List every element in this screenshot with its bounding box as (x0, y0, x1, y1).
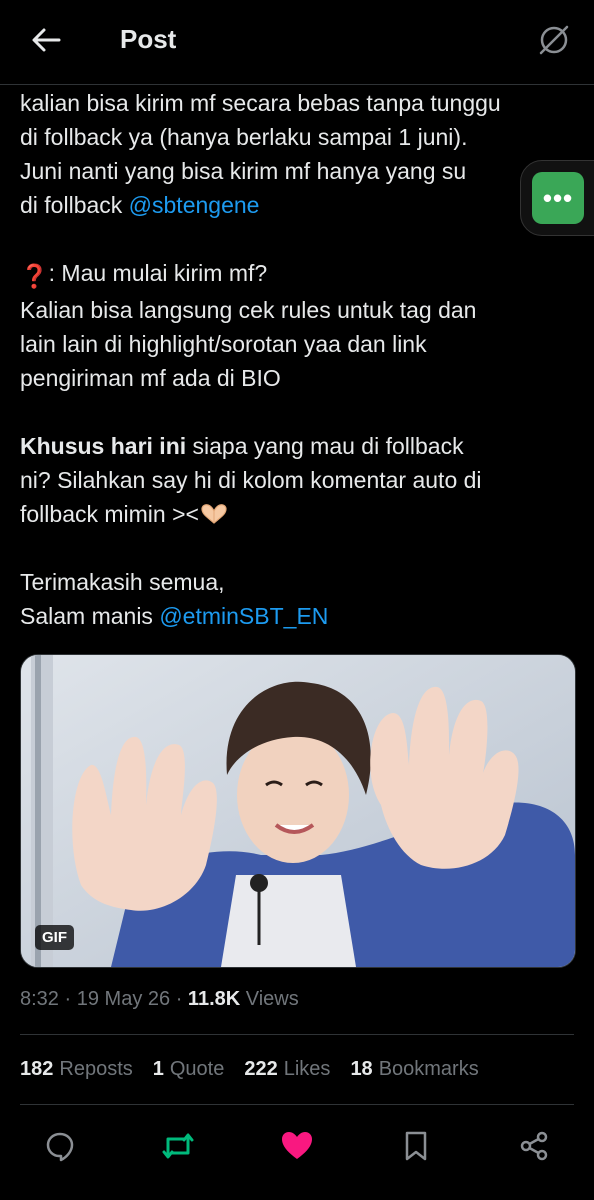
post-line: di follback @sbtengene (20, 188, 580, 222)
meta-separator: · (64, 988, 72, 1010)
top-bar: Post (0, 0, 594, 85)
more-dots-icon: ••• (532, 172, 584, 224)
gif-media[interactable]: GIF (20, 654, 576, 968)
post-line: Terimakasih semua, (20, 569, 225, 595)
bookmark-icon (405, 1131, 427, 1161)
reposts-stat[interactable]: 182 Reposts (20, 1058, 133, 1081)
floating-menu-button[interactable]: ••• (520, 160, 594, 236)
post-line: Kalian bisa langsung cek rules untuk tag… (20, 297, 477, 323)
quote-count: 1 (152, 1058, 164, 1080)
meta-separator: · (175, 988, 183, 1010)
reply-icon (46, 1132, 74, 1162)
repost-button[interactable] (156, 1118, 200, 1174)
post-line: ni? Silahkan say hi di kolom komentar au… (20, 467, 482, 493)
grok-slash-icon (539, 25, 569, 55)
post-line: Khusus hari ini siapa yang mau di follba… (20, 429, 580, 463)
views-label: Views (245, 988, 299, 1010)
like-button[interactable] (275, 1118, 319, 1174)
divider (20, 1034, 574, 1035)
post-meta: 8:32 · 19 May 26 · 11.8K Views (20, 988, 299, 1011)
post-line-text: siapa yang mau di follback (186, 433, 464, 459)
bookmarks-label: Bookmarks (378, 1058, 479, 1080)
share-button[interactable] (512, 1118, 556, 1174)
likes-label: Likes (283, 1058, 331, 1080)
reposts-label: Reposts (59, 1058, 133, 1080)
page-title: Post (120, 24, 177, 54)
quote-stat[interactable]: 1 Quote (153, 1058, 225, 1081)
post-stats: 182 Reposts 1 Quote 222 Likes 18 Bookmarks (20, 1058, 479, 1081)
likes-stat[interactable]: 222 Likes (244, 1058, 330, 1081)
share-icon (520, 1131, 548, 1161)
mention-link[interactable]: @etminSBT_EN (159, 603, 328, 629)
reply-button[interactable] (38, 1118, 82, 1174)
post-line-text: : Mau mulai kirim mf? (48, 260, 268, 286)
repost-icon (162, 1133, 194, 1159)
action-bar (0, 1118, 594, 1178)
divider (20, 1104, 574, 1105)
bookmark-button[interactable] (394, 1118, 438, 1174)
post-date: 19 May 26 (76, 988, 171, 1010)
post-text: kalian bisa kirim mf secara bebas tanpa … (20, 86, 580, 633)
likes-count: 222 (244, 1058, 278, 1080)
post-line: Salam manis @etminSBT_EN (20, 599, 580, 633)
grok-button[interactable] (532, 20, 576, 60)
bookmarks-count: 18 (350, 1058, 373, 1080)
back-button[interactable] (26, 22, 66, 58)
arrow-left-icon (32, 28, 61, 52)
bookmarks-stat[interactable]: 18 Bookmarks (350, 1058, 478, 1081)
post-line: follback mimin >< (20, 497, 580, 531)
post-line: di follback ya (hanya berlaku sampai 1 j… (20, 124, 468, 150)
gif-badge: GIF (35, 925, 74, 950)
quote-label: Quote (169, 1058, 225, 1080)
gif-image (21, 655, 575, 967)
heart-hands-emoji (201, 504, 227, 524)
heart-filled-icon (282, 1132, 312, 1159)
post-time: 8:32 (20, 988, 59, 1010)
post-line: ❓: Mau mulai kirim mf? (20, 256, 580, 293)
bold-text: Khusus hari ini (20, 433, 187, 459)
post-line-text: di follback (20, 192, 129, 218)
question-mark-emoji: ❓ (20, 263, 49, 289)
views-count: 11.8K (187, 988, 241, 1010)
post-line-text: Salam manis (20, 603, 160, 629)
mention-link[interactable]: @sbtengene (129, 192, 260, 218)
post-line: pengiriman mf ada di BIO (20, 365, 281, 391)
post-line: kalian bisa kirim mf secara bebas tanpa … (20, 90, 501, 116)
post-line: Juni nanti yang bisa kirim mf hanya yang… (20, 158, 467, 184)
post-line: lain lain di highlight/sorotan yaa dan l… (20, 331, 427, 357)
reposts-count: 182 (20, 1058, 54, 1080)
post-line-text: follback mimin >< (20, 501, 199, 527)
